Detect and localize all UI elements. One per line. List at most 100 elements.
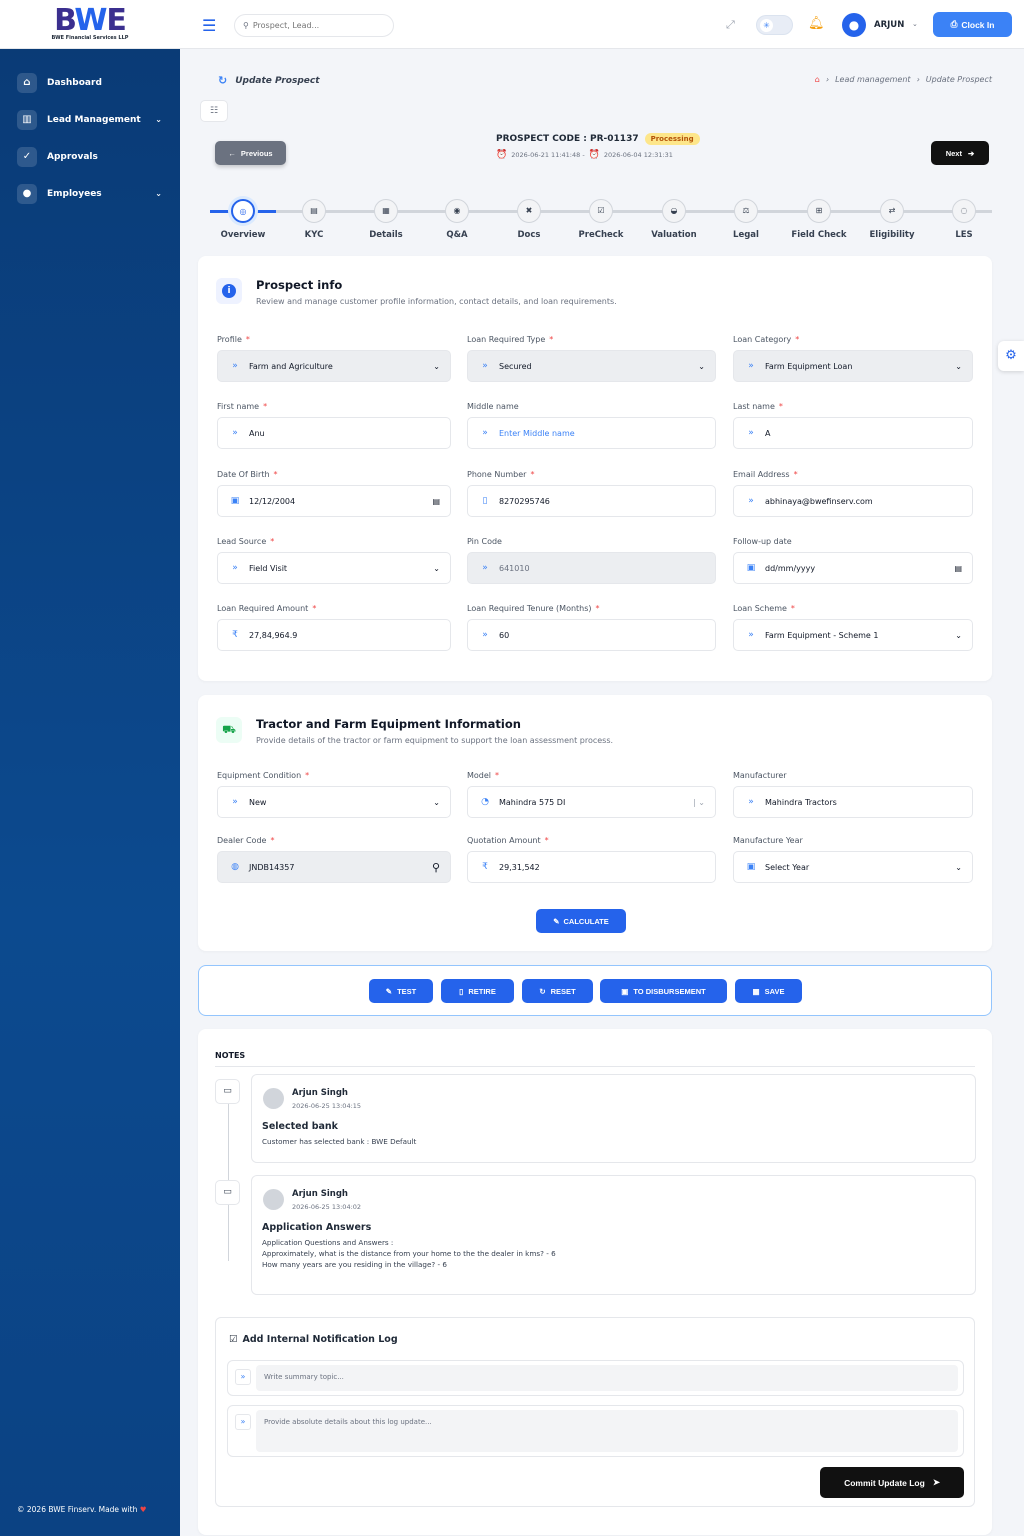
model-select[interactable]: ◔ Mahindra 575 DI | ⌄ [467, 786, 716, 818]
user-name[interactable]: ARJUN [874, 20, 904, 30]
next-button[interactable]: Next ➔ [931, 141, 989, 165]
home-icon[interactable]: ⌂ [815, 75, 820, 84]
step-qa[interactable]: ◉ Q&A [422, 199, 492, 240]
prospect-dates: ⏰ 2026-06-21 11:41:48 - ⏰ 2026-06-04 12:… [496, 150, 673, 160]
action-bar: ✎ TEST ▯ RETIRE ↻ RESET ▣ TO DISBURSEMENT ▦ S… [198, 965, 992, 1016]
note-body: Customer has selected bank : BWE Default [262, 1137, 417, 1146]
manufacture-year-select[interactable]: ▣ Select Year ⌄ [733, 851, 973, 883]
calendar-picker-icon[interactable]: ▤ [954, 564, 962, 573]
quotation-amount-input[interactable]: ₹29,31,542 [467, 851, 716, 883]
step-legal[interactable]: ⚖ Legal [711, 199, 781, 240]
bell-icon[interactable]: 🔔︎ [808, 16, 825, 31]
progress-stepper: ◎ Overview ▤ KYC ▦ Details ◉ Q&A ✖ Docs ☑ PreC… [208, 199, 992, 240]
last-name-input[interactable]: » A [733, 417, 973, 449]
sidebar-item-employees[interactable]: ● Employees ⌄ [0, 175, 180, 212]
test-button[interactable]: ✎ TEST [369, 979, 433, 1003]
note-item: Arjun Singh 2026-06-25 13:04:15 Selected… [251, 1074, 976, 1163]
valuation-icon: ◒ [662, 199, 686, 223]
sidebar-item-label: Employees [47, 188, 102, 199]
step-field-check[interactable]: ⊞ Field Check [784, 199, 854, 240]
field-label: Pin Code [467, 537, 502, 546]
step-valuation[interactable]: ◒ Valuation [639, 199, 709, 240]
legal-icon: ⚖ [734, 199, 758, 223]
step-les[interactable]: ◌ LES [929, 199, 999, 240]
loan-scheme-select[interactable]: » Farm Equipment - Scheme 1 ⌄ [733, 619, 973, 651]
calendar-picker-icon[interactable]: ▤ [432, 497, 440, 506]
breadcrumb-separator: › [825, 75, 830, 84]
sidebar-item-dashboard[interactable]: ⌂ Dashboard [0, 64, 180, 101]
field-label: Manufacture Year [733, 836, 803, 845]
sun-icon: ✳ [760, 19, 773, 32]
manufacturer-input[interactable]: » Mahindra Tractors [733, 786, 973, 818]
search-icon[interactable]: ⚲ [432, 861, 440, 874]
loan-category-select[interactable]: » Farm Equipment Loan ⌄ [733, 350, 973, 382]
chevrons-right-icon: » [748, 428, 754, 438]
sidebar-item-approvals[interactable]: ✓ Approvals [0, 138, 180, 175]
clock-in-button[interactable]: ⎙ Clock In [933, 12, 1012, 37]
dealer-code-input[interactable]: ◍ JNDB14357 ⚲ [217, 851, 451, 883]
profile-select[interactable]: » Farm and Agriculture ⌄ [217, 350, 451, 382]
chevron-down-icon: ⌄ [155, 115, 162, 124]
commit-log-button[interactable]: Commit Update Log ➤ [820, 1467, 964, 1498]
phone-input[interactable]: ▯ 8270295746 [467, 485, 716, 517]
chevron-down-icon[interactable]: ⌄ [912, 20, 918, 28]
step-kyc[interactable]: ▤ KYC [279, 199, 349, 240]
phone-field: Phone Number * ▯ 8270295746 [467, 470, 716, 517]
lead-source-select[interactable]: » Field Visit ⌄ [217, 552, 451, 584]
calculate-button[interactable]: ✎ CALCULATE [536, 909, 626, 933]
details-textarea[interactable]: Provide absolute details about this log … [256, 1410, 958, 1452]
avatar [263, 1088, 284, 1109]
checkbox-icon: ☑ [229, 1334, 238, 1345]
chevrons-right-icon: » [232, 428, 238, 438]
email-input[interactable]: » abhinaya@bwefinserv.com [733, 485, 973, 517]
step-overview[interactable]: ◎ Overview [208, 199, 278, 240]
loan-amount-input[interactable]: ₹27,84,964.9 [217, 619, 451, 651]
dob-input[interactable]: ▣ 12/12/2004 ▤ [217, 485, 451, 517]
field-value: Mahindra 575 DI [499, 797, 566, 807]
search-box[interactable]: ⚲ [234, 14, 394, 37]
tractor-icon: ⛟ [216, 717, 242, 743]
summary-input[interactable]: Write summary topic... [256, 1365, 958, 1391]
pin-code-input[interactable]: » 641010 [467, 552, 716, 584]
search-input[interactable] [252, 21, 373, 30]
sidebar-item-label: Approvals [47, 151, 98, 162]
equipment-condition-select[interactable]: » New ⌄ [217, 786, 451, 818]
step-eligibility[interactable]: ⇄ Eligibility [857, 199, 927, 240]
logo[interactable]: BWE BWE Financial Services LLP [0, 0, 180, 49]
step-precheck[interactable]: ☑ PreCheck [566, 199, 636, 240]
avatar[interactable]: ● [842, 13, 866, 37]
file-icon: ▯ [459, 986, 464, 996]
footer-text: © 2026 BWE Finserv. Made with [17, 1505, 138, 1514]
step-docs[interactable]: ✖ Docs [494, 199, 564, 240]
followup-date-input[interactable]: ▣ dd/mm/yyyy ▤ [733, 552, 973, 584]
send-icon: ➤ [932, 1477, 940, 1487]
chevrons-right-icon: » [482, 630, 488, 640]
first-name-input[interactable]: » Anu [217, 417, 451, 449]
step-label: Overview [220, 230, 266, 240]
page-title-text: Update Prospect [235, 75, 320, 86]
menu-icon[interactable]: ☰ [202, 16, 216, 35]
breadcrumb-lead-management[interactable]: Lead management [835, 75, 911, 84]
step-details[interactable]: ▦ Details [351, 199, 421, 240]
loan-type-select[interactable]: » Secured ⌄ [467, 350, 716, 382]
theme-toggle[interactable]: ✳ [756, 15, 793, 35]
sidebar-item-lead-management[interactable]: ▥ Lead Management ⌄ [0, 101, 180, 138]
reset-button[interactable]: ↻ RESET [522, 979, 593, 1003]
loan-tenure-input[interactable]: » 60 [467, 619, 716, 651]
status-badge: Processing [644, 133, 700, 145]
settings-gear-icon[interactable]: ⚙ [998, 341, 1024, 371]
manufacture-year-field: Manufacture Year ▣ Select Year ⌄ [733, 836, 973, 883]
divider [215, 1066, 975, 1067]
note-title: Selected bank [262, 1121, 338, 1132]
fullscreen-icon[interactable]: ⤢ [726, 18, 735, 32]
layout-toggle-button[interactable]: ☷ [200, 100, 228, 122]
previous-button[interactable]: ← Previous [215, 141, 286, 165]
retire-button[interactable]: ▯ RETIRE [441, 979, 514, 1003]
to-disbursement-button[interactable]: ▣ TO DISBURSEMENT [600, 979, 727, 1003]
middle-name-input[interactable]: » Enter Middle name [467, 417, 716, 449]
save-button[interactable]: ▦ SAVE [735, 979, 802, 1003]
field-label: Date Of Birth * [217, 470, 278, 479]
model-field: Model * ◔ Mahindra 575 DI | ⌄ [467, 771, 716, 818]
field-value: Field Visit [249, 563, 288, 573]
step-label: Valuation [651, 230, 697, 240]
